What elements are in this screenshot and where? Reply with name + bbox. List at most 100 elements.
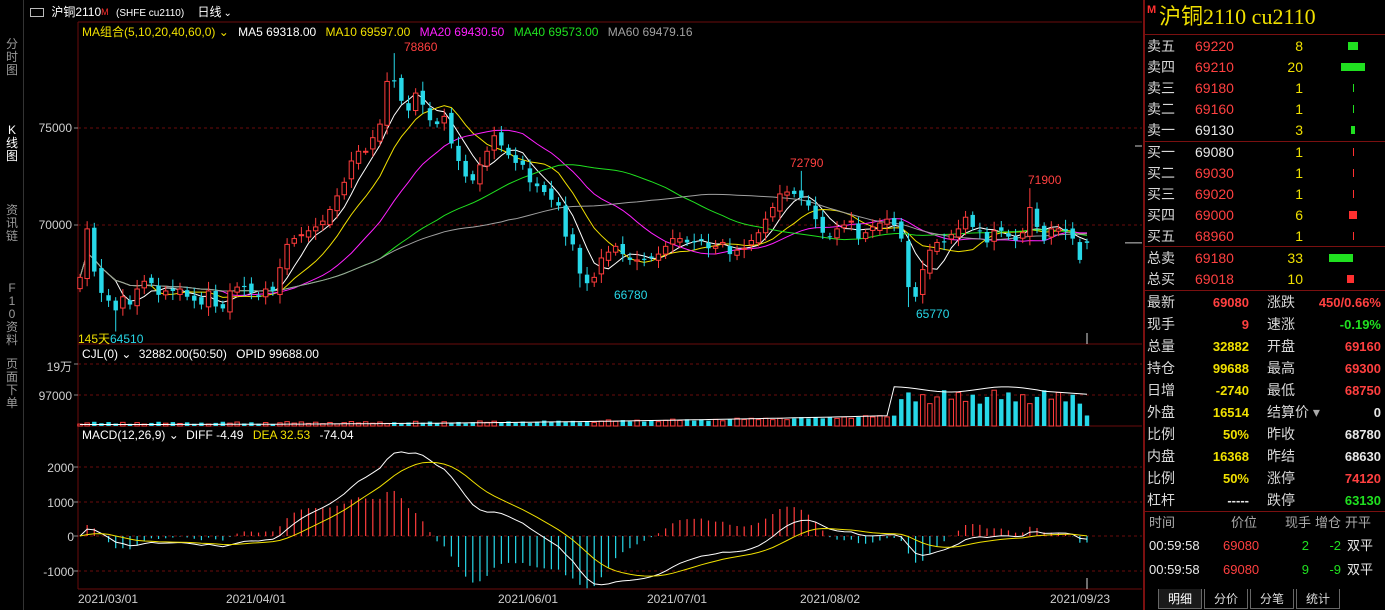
chart-grid [74,21,1142,590]
volume-bar [741,419,747,427]
tick-time: 00:59:58 [1149,538,1200,553]
quote-label-right: 涨跌 [1267,294,1295,310]
total-row[interactable]: 总买 69018 10 [1145,269,1385,290]
bid-row[interactable]: 买四 69000 6 [1145,205,1385,226]
quote-row: 外盘 16514 结算价 ▾ 0 [1145,402,1385,423]
candle [334,195,340,212]
quote-value-right: 74120 [1344,471,1381,486]
candle [741,247,747,250]
candle [770,207,776,218]
quote-label-right: 跌停 [1267,492,1295,508]
bid-row[interactable]: 买一 69080 1 [1145,142,1385,163]
tab-place-order[interactable]: 页面下单 [2,358,22,410]
high-annotation-1: 78860 [404,40,438,54]
bid-row[interactable]: 买五 68960 1 [1145,226,1385,247]
ask-depth-bar [1353,84,1354,92]
quote-row: 杠杆 ----- 跌停 63130 [1145,490,1385,511]
candle [162,290,169,296]
total-depth-bar [1347,275,1354,283]
high-annotation-3: 71900 [1028,173,1062,187]
quote-row: 现手 9 速涨 -0.19% [1145,314,1385,335]
tab-f10[interactable]: F10资料 [2,282,22,347]
quote-label-right: 最低 [1267,382,1295,398]
quote-label-right: 昨结 [1267,448,1295,464]
left-side-tabs: 分时图 K线图 资讯链 F10资料 页面下单 [0,0,24,610]
candle [813,205,818,220]
bid-volume: 1 [1295,144,1303,160]
quote-label-left: 外盘 [1147,404,1175,420]
total-price: 69018 [1195,271,1234,287]
bid-depth-bar [1353,169,1354,177]
candle [84,228,90,280]
candle [384,80,390,126]
volume-bar [577,422,583,426]
bid-row[interactable]: 买二 69030 1 [1145,163,1385,184]
title-mark: M [1147,4,1157,16]
tab-kline[interactable]: K线图 [2,124,22,163]
tab-tick-by-tick[interactable]: 分笔 [1250,589,1294,609]
period-selector[interactable]: 日线 ⌄ [198,5,232,19]
tick-oi: -2 [1329,538,1341,553]
bid-label: 买五 [1147,228,1175,244]
volume-bar [984,396,990,426]
ma-group-selector[interactable]: MA组合(5,10,20,40,60,0) [82,25,215,39]
tab-price-distribution[interactable]: 分价 [1204,589,1248,609]
contract-name: 沪铜2110 cu2110 [1159,4,1316,29]
toolbar-dropdown-icon[interactable] [30,8,44,18]
quote-label-left: 杠杆 [1147,492,1175,508]
candle [755,232,762,244]
ask-row[interactable]: 卖四 69210 20 [1145,57,1385,78]
volume-bar [962,400,969,427]
candle [706,242,711,249]
volume-bar [399,423,404,426]
candle [670,238,676,245]
bid-row[interactable]: 买三 69020 1 [1145,184,1385,205]
candle [899,221,904,239]
candle [520,160,526,165]
volume-bar [491,420,497,427]
candle [234,286,240,293]
ask-label: 卖二 [1147,101,1175,117]
ask-volume: 20 [1287,59,1303,75]
volume-legend: CJL(0) ⌄ 32882.00(50:50) OPID 99688.00 [82,347,319,361]
candle [827,236,833,238]
chevron-down-icon: ⌄ [165,428,179,442]
tick-type: 双平 [1347,538,1374,553]
candle [184,290,190,297]
tab-statistics[interactable]: 统计 [1296,589,1340,609]
candle [862,232,869,240]
ask-row[interactable]: 卖三 69180 1 [1145,78,1385,99]
candle [441,115,447,124]
volume-indicator-selector[interactable]: CJL(0) [82,347,118,361]
ticks-header-hand: 现手 [1285,515,1312,530]
candle [727,245,733,255]
quote-value-right: 69160 [1344,339,1381,354]
macd-indicator-selector[interactable]: MACD(12,26,9) [82,428,165,442]
candle [170,288,176,291]
quote-value-left: ----- [1227,493,1249,508]
tab-news-chain[interactable]: 资讯链 [2,204,22,243]
macd-diff-value: DIFF -4.49 [186,428,244,442]
ask-row[interactable]: 卖一 69130 3 [1145,120,1385,141]
candle [799,190,804,198]
total-label: 总买 [1147,271,1175,287]
volume-bar [906,392,911,426]
tab-intraday[interactable]: 分时图 [2,38,22,77]
volume-bar [770,419,776,427]
price-tick-75000: 75000 [38,121,72,135]
ma20-line [79,129,1087,297]
volume-bar [977,403,983,426]
candle [627,257,633,260]
ask-row[interactable]: 卖五 69220 8 [1145,36,1385,57]
kline-chart[interactable] [25,0,1142,610]
bid-volume: 1 [1295,165,1303,181]
ask-depth-bar [1348,42,1358,50]
low-annotation-1: 66780 [614,288,648,302]
volume-bar [877,415,883,427]
tab-details[interactable]: 明细 [1158,589,1202,609]
volume-bar [891,415,897,426]
candle [970,214,975,227]
ask-row[interactable]: 卖二 69160 1 [1145,99,1385,120]
bid-volume: 6 [1295,207,1303,223]
total-row[interactable]: 总卖 69180 33 [1145,248,1385,269]
